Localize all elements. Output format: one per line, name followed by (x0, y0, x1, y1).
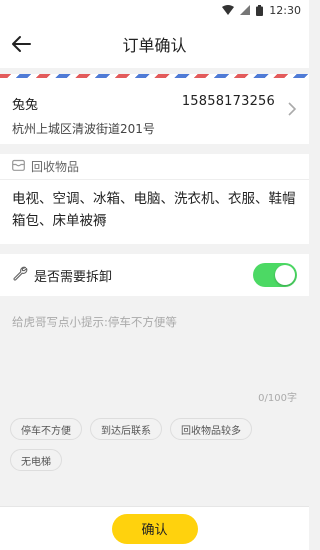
goods-heading: 回收物品 (31, 160, 80, 174)
address-detail: 杭州上城区清波街道201号 (12, 122, 155, 136)
dismantle-toggle[interactable] (253, 263, 297, 287)
contact-name: 兔兔 (12, 98, 39, 113)
goods-header: 回收物品 (0, 154, 309, 180)
page-title: 订单确认 (122, 36, 187, 55)
app-bar: 订单确认 (0, 20, 309, 68)
tag-chip[interactable]: 停车不方便 (10, 418, 82, 440)
battery-icon (256, 4, 264, 16)
tag-chip[interactable]: 回收物品较多 (170, 418, 252, 440)
status-bar: 12:30 (0, 0, 309, 20)
note-input[interactable] (12, 314, 297, 384)
box-icon (12, 159, 25, 174)
goods-list: 电视、空调、冰箱、电脑、洗衣机、衣服、鞋帽箱包、床单被褥 (12, 191, 296, 229)
dismantle-label: 是否需要拆卸 (34, 269, 113, 285)
contact-phone: 15858173256 (181, 94, 275, 109)
signal-icon (240, 5, 251, 15)
char-counter: 0/100字 (258, 393, 297, 404)
tag-chip[interactable]: 到达后联系 (90, 418, 162, 440)
address-card[interactable]: 兔兔 15858173256 杭州上城区清波街道201号 (0, 74, 309, 144)
toggle-knob (275, 265, 295, 285)
confirm-button[interactable]: 确认 (111, 513, 198, 544)
arrow-left-icon[interactable] (10, 32, 34, 56)
tag-chip[interactable]: 无电梯 (10, 449, 62, 471)
bottom-bar: 确认 (0, 506, 309, 550)
dismantle-row: 是否需要拆卸 (0, 254, 309, 296)
chevron-right-icon (287, 101, 297, 116)
wrench-icon (12, 265, 28, 285)
airmail-border (0, 74, 309, 78)
note-area: 0/100字 (0, 304, 309, 412)
status-time: 12:30 (269, 3, 301, 17)
quick-tags: 停车不方便 到达后联系 回收物品较多 无电梯 (0, 412, 309, 471)
goods-section: 回收物品 电视、空调、冰箱、电脑、洗衣机、衣服、鞋帽箱包、床单被褥 (0, 154, 309, 244)
wifi-icon (222, 5, 235, 15)
